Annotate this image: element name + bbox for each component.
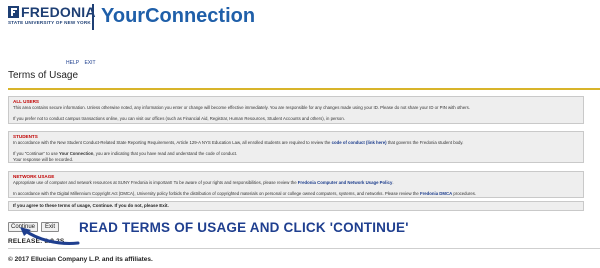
all-users-panel: ALL USERS This area contains secure info…	[8, 96, 584, 124]
network-usage-panel: NETWORK USAGE Appropriate use of compute…	[8, 171, 584, 198]
dmca-link[interactable]: Fredonia DMCA	[420, 191, 452, 196]
agree-notice: If you agree to these terms of usage, Co…	[8, 201, 584, 211]
top-links: HELP EXIT	[66, 60, 100, 66]
brand-subtitle: STATE UNIVERSITY OF NEW YORK	[8, 20, 91, 25]
exit-link[interactable]: EXIT	[84, 60, 95, 66]
code-of-conduct-link[interactable]: code of conduct (link here)	[332, 140, 387, 145]
students-panel: STUDENTS In accordance with the New Stud…	[8, 131, 584, 163]
header-divider	[92, 4, 94, 30]
footer-divider	[8, 248, 600, 249]
site-header: FREDONIA STATE UNIVERSITY OF NEW YORK Yo…	[0, 0, 600, 40]
page-title: Terms of Usage	[8, 70, 79, 81]
usage-policy-link[interactable]: Fredonia Computer and Network Usage Poli…	[298, 180, 393, 185]
students-text-3: Your response will be recorded.	[13, 157, 74, 162]
app-title: YourConnection	[101, 5, 256, 27]
all-users-text-2: If you prefer not to conduct campus tran…	[13, 116, 345, 121]
copyright-text: © 2017 Ellucian Company L.P. and its aff…	[8, 256, 153, 263]
instruction-annotation: READ TERMS OF USAGE AND CLICK 'CONTINUE'	[79, 220, 409, 235]
help-link[interactable]: HELP	[66, 60, 79, 66]
pointer-arrow-icon	[20, 227, 80, 245]
brand-name: FREDONIA	[21, 4, 96, 20]
fredonia-logo-icon	[8, 6, 19, 18]
network-usage-text-2: In accordance with the Digital Millenniu…	[13, 191, 477, 196]
title-accent-bar	[8, 88, 600, 90]
